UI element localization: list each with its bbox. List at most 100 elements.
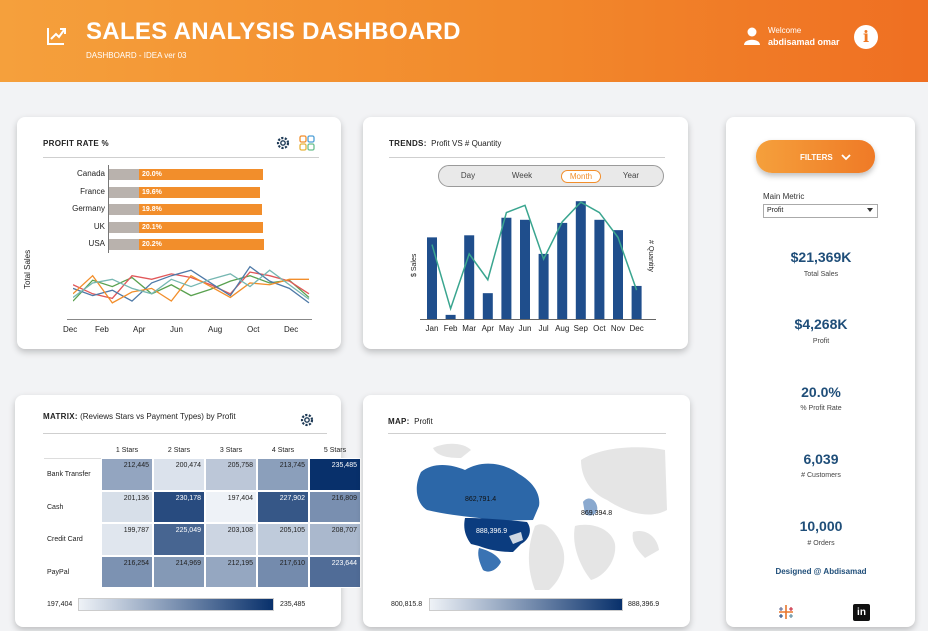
bar-axis (108, 165, 109, 253)
info-icon[interactable]: i (854, 25, 878, 49)
month-tick-label: Apr (481, 324, 495, 333)
matrix-cell-value: 205,105 (279, 527, 305, 534)
matrix-cell: 216,809 (309, 490, 361, 523)
matrix-cell-value: 203,108 (227, 527, 253, 534)
matrix-cell: 230,178 (153, 490, 205, 523)
month-tick-label: Jul (538, 324, 549, 333)
dropdown-arrow-icon (867, 208, 873, 212)
map-title: MAP: Profit (388, 417, 433, 426)
username: abdisamad omar (768, 37, 840, 47)
user-icon (744, 27, 760, 45)
segment-day[interactable]: Day (448, 171, 488, 180)
gear-icon[interactable] (275, 135, 291, 151)
matrix-column-header: 2 Stars (167, 447, 191, 454)
month-tick-label: Jun (518, 324, 532, 333)
matrix-legend-gradient (78, 598, 274, 611)
x-tick-label: Jun (170, 325, 183, 334)
kpi-panel (726, 117, 915, 627)
kpi-orders-label: # Orders (807, 540, 835, 547)
kpi-customers-label: # Customers (801, 472, 841, 479)
page-title: SALES ANALYSIS DASHBOARD (86, 18, 461, 45)
matrix-cell-value: 227,902 (279, 494, 305, 502)
month-tick-label: Oct (593, 324, 606, 333)
bar-track (109, 204, 141, 215)
sales-axis-label: $ Sales (411, 253, 418, 277)
matrix-title: MATRIX: (Reviews Stars vs Payment Types)… (43, 412, 236, 421)
bar-track (109, 169, 141, 180)
time-granularity-toggle[interactable]: Day Week Month Year (438, 165, 664, 187)
month-tick-label: Dec (629, 324, 644, 333)
sales-bar (631, 285, 642, 319)
matrix-cell-value: 235,485 (331, 462, 357, 469)
bar-value-label: 19.6% (142, 188, 162, 196)
map-label-europe: 869,394.8 (581, 510, 613, 517)
kpi-total-sales-value: $21,369K (790, 249, 852, 265)
bar-track (109, 221, 141, 233)
matrix-row-header: Bank Transfer (47, 471, 91, 478)
linkedin-icon[interactable]: in (853, 604, 870, 621)
month-tick-label: Feb (443, 324, 458, 333)
segment-year[interactable]: Year (611, 171, 651, 180)
kpi-profit-rate-label: % Profit Rate (800, 405, 842, 412)
filters-button[interactable]: FILTERS (756, 140, 875, 173)
profit-rate-card: PROFIT RATE % Canada 20.0% France 19.6% Germ… (17, 117, 341, 349)
matrix-cell: 205,105 (257, 523, 309, 556)
sales-bar (557, 222, 568, 319)
matrix-cell-value: 230,178 (175, 494, 201, 502)
sales-bar (482, 293, 493, 319)
matrix-cell: 208,707 (309, 523, 361, 556)
map-legend-max: 888,396.9 (628, 601, 660, 608)
matrix-cell-value: 225,049 (175, 527, 201, 534)
bar-label: Germany (72, 204, 105, 213)
matrix-row-header: PayPal (47, 568, 70, 576)
month-tick-label: Mar (462, 324, 477, 333)
matrix-column-header: 3 Stars (219, 447, 243, 454)
matrix-cell: 217,610 (257, 555, 309, 588)
matrix-cell: 223,644 (309, 555, 361, 588)
x-tick-label: Feb (95, 325, 109, 334)
bar-value-label: 20.0% (142, 171, 162, 178)
month-tick-label: Sep (573, 324, 588, 333)
kpi-customers-value: 6,039 (803, 451, 839, 467)
matrix-cell-value: 212,195 (227, 559, 253, 567)
bar-label: USA (88, 239, 105, 248)
bar-value-label: 20.1% (142, 223, 162, 231)
gear-icon[interactable] (299, 412, 315, 428)
quantity-line (431, 201, 638, 312)
segment-week[interactable]: Week (502, 171, 542, 180)
canada-region (416, 463, 540, 521)
matrix-legend-max: 235,485 (280, 601, 306, 608)
sales-bar (613, 230, 623, 319)
matrix-column-header: 4 Stars (271, 447, 295, 454)
matrix-cell-value: 216,809 (331, 494, 357, 502)
total-sales-axis-label: Total Sales (23, 249, 32, 289)
welcome-label: Welcome (768, 26, 802, 35)
x-tick-label: Aug (208, 325, 223, 334)
sales-bar (520, 219, 530, 319)
tableau-icon[interactable] (777, 603, 795, 621)
matrix-cell: 212,445 (101, 458, 153, 491)
main-metric-value: Profit (767, 207, 784, 214)
bar-label: Canada (76, 169, 105, 178)
matrix-cell: 216,254 (101, 555, 153, 588)
bar-value-label: 20.2% (142, 241, 162, 248)
total-sales-line-chart (73, 265, 310, 304)
kpi-profit-label: Profit (812, 338, 830, 345)
trend-chart-icon (47, 28, 66, 45)
segment-month[interactable]: Month (561, 170, 601, 183)
filters-label: FILTERS (800, 153, 833, 162)
profit-rate-title: PROFIT RATE % (43, 139, 109, 148)
matrix-legend-min: 197,404 (47, 601, 73, 608)
matrix-row-divider (44, 458, 101, 459)
bar-label: France (80, 186, 105, 196)
matrix-cell-value: 201,136 (123, 494, 149, 502)
matrix-column-header: 5 Stars (323, 447, 347, 454)
matrix-cell: 225,049 (153, 523, 205, 556)
main-metric-select[interactable]: Profit (763, 204, 878, 218)
matrix-column-header: 1 Stars (115, 447, 139, 454)
grid-view-icon[interactable] (299, 135, 315, 151)
bar-value-label: 19.8% (142, 206, 162, 213)
month-tick-label: Jan (425, 324, 439, 333)
kpi-total-sales-label: Total Sales (803, 271, 839, 278)
x-tick-label: Apr (133, 325, 146, 334)
